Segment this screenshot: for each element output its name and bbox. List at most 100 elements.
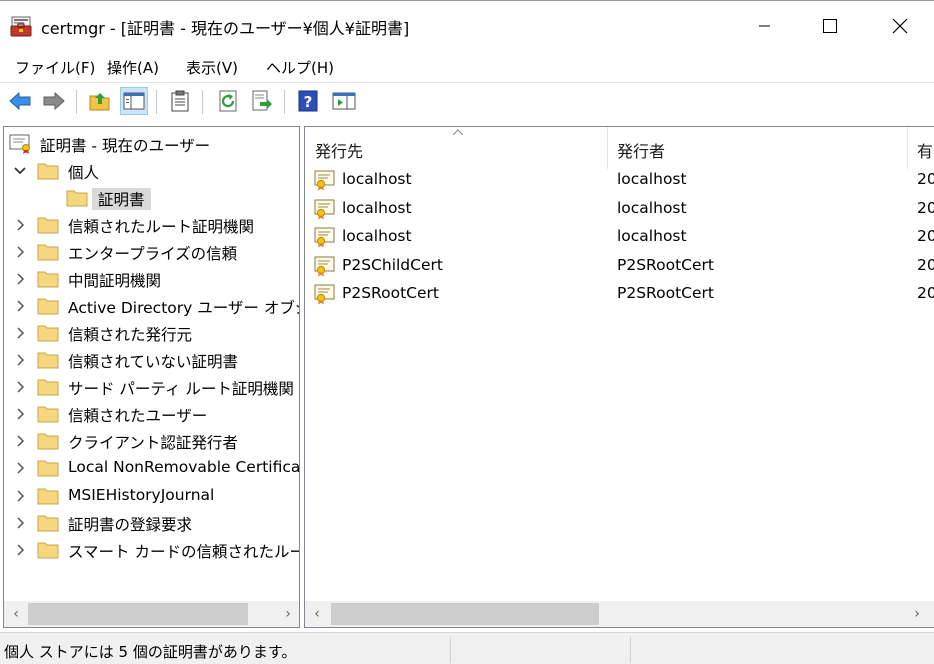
tree-item-personal-certificates[interactable]: 証明書 bbox=[4, 185, 299, 212]
chevron-right-icon[interactable] bbox=[13, 516, 27, 530]
folder-icon bbox=[37, 244, 59, 261]
toolbar: ? bbox=[0, 84, 934, 120]
show-action-pane-button[interactable] bbox=[330, 87, 358, 115]
maximize-icon bbox=[823, 19, 837, 33]
chevron-right-icon[interactable] bbox=[13, 380, 27, 394]
tree-item[interactable]: 信頼されたユーザー bbox=[4, 401, 299, 428]
tree-item[interactable]: 信頼されていない証明書 bbox=[4, 347, 299, 374]
issued-to-cell: localhost bbox=[342, 170, 412, 188]
tree-item-label: 信頼されたルート証明機関 bbox=[68, 218, 255, 236]
scroll-left-icon[interactable]: ‹ bbox=[305, 601, 329, 627]
chevron-right-icon[interactable] bbox=[13, 434, 27, 448]
close-icon bbox=[892, 18, 908, 34]
title-bar: certmgr - [証明書 - 現在のユーザー¥個人¥証明書] bbox=[0, 0, 934, 50]
forward-icon bbox=[43, 91, 65, 111]
folder-icon bbox=[66, 190, 88, 207]
folder-icon bbox=[37, 298, 59, 315]
close-button[interactable] bbox=[865, 1, 934, 51]
tree-horizontal-scrollbar[interactable]: ‹ › bbox=[4, 601, 299, 627]
issued-by-cell: localhost bbox=[617, 170, 687, 188]
export-list-button[interactable] bbox=[248, 87, 276, 115]
certificate-row[interactable]: localhost localhost 20 bbox=[305, 195, 934, 223]
status-divider bbox=[630, 637, 631, 663]
refresh-button[interactable] bbox=[215, 87, 243, 115]
sort-ascending-icon bbox=[453, 129, 463, 135]
tree-item[interactable]: 証明書の登録要求 bbox=[4, 510, 299, 537]
chevron-right-icon[interactable] bbox=[13, 245, 27, 259]
folder-icon bbox=[37, 379, 59, 396]
status-text: 個人 ストアには 5 個の証明書があります。 bbox=[4, 643, 297, 661]
scrollbar-thumb[interactable] bbox=[331, 603, 599, 625]
column-header-label: 有 bbox=[917, 142, 934, 161]
chevron-right-icon[interactable] bbox=[13, 489, 27, 503]
toolbar-separator bbox=[202, 90, 203, 114]
back-icon bbox=[9, 91, 31, 111]
refresh-icon bbox=[219, 90, 237, 112]
tree-root[interactable]: 証明書 - 現在のユーザー bbox=[4, 131, 299, 158]
chevron-down-icon[interactable] bbox=[13, 164, 27, 178]
column-header-issued-by[interactable]: 発行者 bbox=[607, 127, 907, 169]
toolbar-separator bbox=[76, 90, 77, 114]
tree-item-label: 信頼された発行元 bbox=[68, 326, 193, 345]
properties-button[interactable] bbox=[166, 87, 194, 115]
certificate-row[interactable]: localhost localhost 20 bbox=[305, 223, 934, 251]
menu-view[interactable]: 表示(V) bbox=[186, 57, 238, 78]
chevron-right-icon[interactable] bbox=[13, 407, 27, 421]
scrollbar-thumb[interactable] bbox=[28, 603, 248, 625]
menu-file[interactable]: ファイル(F) bbox=[15, 57, 95, 78]
certificate-icon bbox=[314, 170, 335, 191]
svg-text:?: ? bbox=[304, 93, 313, 111]
menu-help[interactable]: ヘルプ(H) bbox=[266, 57, 334, 78]
tree-item[interactable]: サード パーティ ルート証明機関 bbox=[4, 374, 299, 401]
minimize-button[interactable] bbox=[730, 1, 800, 51]
tree-item-personal[interactable]: 個人 bbox=[4, 158, 299, 185]
column-header-expiration[interactable]: 有 bbox=[907, 127, 934, 169]
tree-item[interactable]: 中間証明機関 bbox=[4, 266, 299, 293]
chevron-right-icon[interactable] bbox=[13, 299, 27, 313]
column-header-label: 発行者 bbox=[617, 142, 666, 161]
tree-item[interactable]: 信頼されたルート証明機関 bbox=[4, 212, 299, 239]
back-button[interactable] bbox=[6, 87, 34, 115]
folder-icon bbox=[37, 271, 59, 288]
certificate-row[interactable]: localhost localhost 20 bbox=[305, 166, 934, 194]
certificate-row[interactable]: P2SChildCert P2SRootCert 20 bbox=[305, 252, 934, 280]
column-header-label: 発行先 bbox=[315, 142, 364, 161]
maximize-button[interactable] bbox=[795, 1, 865, 51]
certificate-icon bbox=[314, 227, 335, 248]
tree-item[interactable]: エンタープライズの信頼 bbox=[4, 239, 299, 266]
forward-button[interactable] bbox=[40, 87, 68, 115]
issued-by-cell: P2SRootCert bbox=[617, 284, 714, 302]
tree-item[interactable]: スマート カードの信頼されたルート bbox=[4, 537, 299, 564]
scroll-left-icon[interactable]: ‹ bbox=[4, 601, 28, 627]
toolbar-separator bbox=[156, 90, 157, 114]
chevron-right-icon[interactable] bbox=[13, 353, 27, 367]
help-button[interactable]: ? bbox=[294, 87, 322, 115]
up-folder-button[interactable] bbox=[86, 87, 114, 115]
certmgr-app-icon bbox=[10, 16, 32, 37]
export-list-icon bbox=[252, 90, 272, 111]
show-hide-tree-button[interactable] bbox=[120, 87, 148, 115]
tree-item[interactable]: Local NonRemovable Certifica bbox=[4, 455, 299, 482]
tree-item[interactable]: 信頼された発行元 bbox=[4, 320, 299, 347]
folder-icon bbox=[37, 542, 59, 559]
issued-to-cell: localhost bbox=[342, 227, 412, 245]
menu-action[interactable]: 操作(A) bbox=[107, 57, 159, 78]
chevron-right-icon[interactable] bbox=[13, 461, 27, 475]
tree-item-label: Active Directory ユーザー オブジェ bbox=[68, 299, 299, 318]
tree-item[interactable]: MSIEHistoryJournal bbox=[4, 483, 299, 510]
tree-item[interactable]: Active Directory ユーザー オブジェ bbox=[4, 293, 299, 320]
scroll-right-icon[interactable]: › bbox=[276, 601, 299, 627]
status-divider bbox=[450, 637, 451, 663]
list-horizontal-scrollbar[interactable]: ‹ › bbox=[305, 601, 934, 627]
window-title: certmgr - [証明書 - 現在のユーザー¥個人¥証明書] bbox=[41, 19, 410, 38]
chevron-right-icon[interactable] bbox=[13, 326, 27, 340]
issued-by-cell: localhost bbox=[617, 227, 687, 245]
chevron-right-icon[interactable] bbox=[13, 543, 27, 557]
column-header-issued-to[interactable]: 発行先 bbox=[305, 127, 607, 169]
tree-item[interactable]: クライアント認証発行者 bbox=[4, 428, 299, 455]
chevron-right-icon[interactable] bbox=[13, 272, 27, 286]
expiration-cell: 20 bbox=[917, 255, 934, 274]
scroll-right-icon[interactable]: › bbox=[905, 601, 929, 627]
certificate-row[interactable]: P2SRootCert P2SRootCert 20 bbox=[305, 280, 934, 308]
chevron-right-icon[interactable] bbox=[13, 218, 27, 232]
